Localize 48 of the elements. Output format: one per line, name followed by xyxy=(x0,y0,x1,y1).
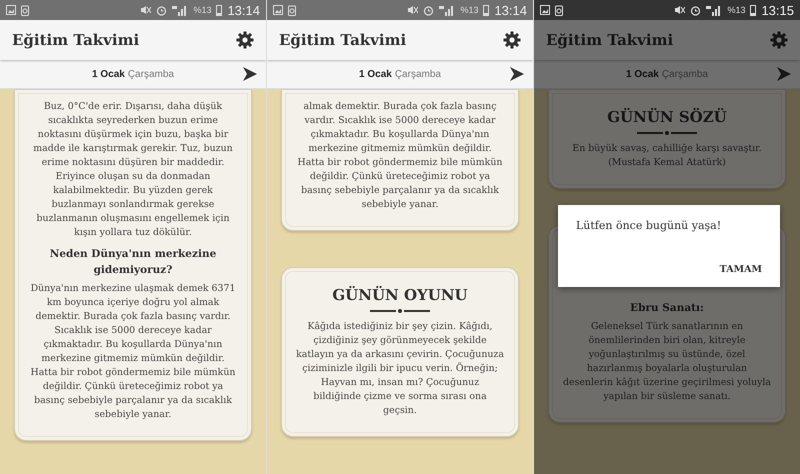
card-heading: GÜNÜN SÖZÜ xyxy=(607,108,727,126)
clock-time: 13:14 xyxy=(494,2,527,18)
ok-button[interactable]: TAMAM xyxy=(720,262,762,277)
card-subheading: Neden Dünya'nın merkezine gidemiyoruz? xyxy=(48,247,218,278)
card-text: almak demektir. Burada çok fazla basınç vardır. Sıcaklık ise 5000 dereceye kadar çıkmaktadır. Bu koşullarda Dünya'nın merkezine gitmemiz mümkün değildir. Hatta bir robot göndermemiz bile mümkün değildir. Çünkü üreteceğimiz robot ya basınç sebebiyle parçalanır ya da sıcaklık sebebiyle yanar. xyxy=(296,100,504,212)
clock-time: 13:15 xyxy=(761,2,794,18)
battery-icon xyxy=(216,4,222,16)
app-title: Eğitim Takvimi xyxy=(279,31,406,49)
mute-icon xyxy=(140,5,152,15)
date-day: 1 Ocak xyxy=(92,68,125,80)
signal-icon xyxy=(439,4,456,16)
signal-icon xyxy=(172,4,188,16)
date-day: 1 Ocak xyxy=(359,68,392,80)
settings-icon[interactable] xyxy=(503,31,521,49)
image-icon xyxy=(6,5,16,15)
clock-time: 13:14 xyxy=(227,2,260,18)
alarm-icon xyxy=(690,4,702,16)
date-weekday: Çarşamba xyxy=(662,68,708,80)
app-title: Eğitim Takvimi xyxy=(546,31,674,49)
card-text: Buz, 0°C'de erir. Dışarısı, daha düşük sıcaklıkta seyrederken buzun erime noktasını düşürmek için buzu, başka bir madde ile karıştırmak gerekir. Tuz, buzun erime noktasını düşüren bir maddedir. Eriyince oluşan su da donmadan kalabilmektedir. Bu yüzden gerek buzlanmayı sonlandırmak gerekse buzlanmanın oluşmasını engellemek için kışın yollara tuz dökülür. xyxy=(32,100,234,240)
card-text: Geleneksel Türk sanatlarının en önemlilerinden biri olan, kitreyle yoğunlaştırılmış su üstünde, özel hazırlanmış boyalarla oluşturulan desenlerin kâğıt üzerine geçirilmesi yoluyla yapılan bir süsleme sanatı. xyxy=(563,320,771,404)
battery-level: %13 xyxy=(727,5,746,15)
mute-icon xyxy=(407,5,418,15)
ornament-divider-icon xyxy=(370,308,430,314)
card-text: En büyük savaş, cahilliğe karşı savaştır. (Mustafa Kemal Atatürk) xyxy=(571,142,763,170)
battery-icon xyxy=(483,4,490,16)
image-icon xyxy=(540,5,550,15)
alarm-icon xyxy=(423,4,434,16)
battery-icon xyxy=(750,4,756,16)
date-weekday: Çarşamba xyxy=(128,68,174,80)
mute-icon xyxy=(674,5,686,15)
app-title: Eğitim Takvimi xyxy=(12,31,140,49)
date-weekday: Çarşamba xyxy=(394,68,441,80)
signal-icon xyxy=(706,4,722,16)
next-arrow-icon[interactable] xyxy=(242,66,258,82)
card-subheading: Ebru Sanatı: xyxy=(630,301,704,316)
image-icon xyxy=(273,5,283,15)
card-heading: GÜNÜN OYUNU xyxy=(332,286,468,304)
ornament-divider-icon xyxy=(637,130,697,136)
alarm-icon xyxy=(156,4,168,16)
card-text: Dünya'nın merkezine ulaşmak demek 6371 km boyunca içeriye doğru yol almak demektir. Burada çok fazla basınç vardır. Sıcaklık ise 5000 dereceye kadar çıkmaktadır. Bu koşullarda Dünya'nın merkezine gitmemiz mümkün değildir. Hatta bir robot göndermemiz bile mümkün değildir. Çünkü üreteceğimiz robot ya basınç sebebiyle parçalanır ya da sıcaklık sebebiyle yanar. xyxy=(30,282,236,422)
dialog-message: Lütfen önce bugünü yaşa! xyxy=(576,219,722,232)
battery-level: %13 xyxy=(193,5,212,15)
date-day: 1 Ocak xyxy=(626,68,659,80)
battery-level: %13 xyxy=(460,5,478,15)
card-text: Kâğıda istediğiniz bir şey çizin. Kâğıdı, çizdiğiniz şey görünmeyecek şekilde katlayın ya da arkasını çevirin. Çocuğunuza çiziminizle ilgili bir ipucu verin. Örneğin; Hayvan mı, insan mı? Çocuğunuz bildiğinde çizme ve sorma sırası ona geçsin. xyxy=(296,320,504,418)
next-arrow-icon[interactable] xyxy=(509,66,525,82)
settings-icon[interactable] xyxy=(236,31,254,49)
